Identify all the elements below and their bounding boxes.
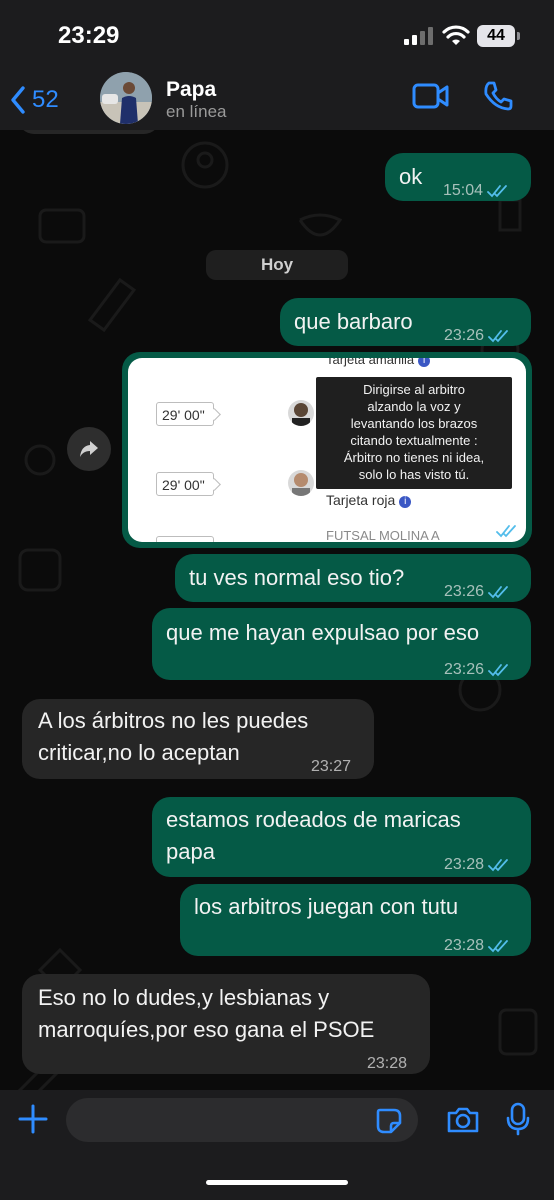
minute-box: 29' 00" bbox=[156, 472, 214, 496]
plus-icon[interactable] bbox=[18, 1104, 48, 1134]
info-icon: i bbox=[418, 358, 431, 367]
outgoing-message[interactable]: que me hayan expulsao por eso 23:26 bbox=[152, 608, 531, 680]
contact-name[interactable]: Papa bbox=[166, 78, 216, 102]
forward-arrow-icon bbox=[80, 441, 98, 457]
video-call-icon[interactable] bbox=[412, 82, 450, 110]
outgoing-message[interactable]: estamos rodeados de maricas papa 23:28 bbox=[152, 797, 531, 877]
previous-message-edge bbox=[18, 130, 160, 134]
avatar-photo bbox=[100, 72, 152, 124]
phone-icon[interactable] bbox=[482, 80, 514, 112]
camera-icon[interactable] bbox=[446, 1106, 480, 1134]
message-text: los arbitros juegan con tutu bbox=[194, 894, 459, 919]
info-icon: i bbox=[399, 496, 412, 508]
minute-label: 29' 00" bbox=[162, 407, 205, 423]
read-ticks-icon bbox=[488, 859, 508, 872]
message-text: ok bbox=[399, 164, 423, 189]
message-time: 23:26 bbox=[444, 583, 485, 600]
read-ticks-icon bbox=[487, 185, 507, 198]
message-text: Eso no lo dudes,y lesbianas y marroquíes… bbox=[38, 985, 375, 1042]
message-input[interactable] bbox=[66, 1098, 418, 1142]
screenshot-image[interactable]: Tarjeta amarilla i 29' 00" 29' 00" Tarjet… bbox=[128, 358, 526, 542]
avatar[interactable] bbox=[100, 72, 152, 124]
message-meta: 23:26 bbox=[444, 654, 510, 686]
unread-count: 52 bbox=[32, 86, 59, 113]
read-ticks-icon bbox=[488, 586, 508, 599]
red-card-label: Tarjeta roja bbox=[326, 492, 396, 508]
cellular-signal-icon bbox=[404, 27, 433, 45]
minute-box: 29' 00" bbox=[156, 402, 214, 426]
player-avatar bbox=[288, 400, 314, 426]
battery-level: 44 bbox=[487, 27, 505, 44]
message-meta: 23:26 bbox=[444, 576, 510, 608]
message-meta: 23:28 bbox=[367, 1048, 407, 1080]
read-ticks-icon bbox=[488, 664, 508, 677]
message-time: 23:28 bbox=[444, 856, 485, 873]
message-text: estamos rodeados de maricas papa bbox=[166, 807, 461, 864]
red-card-text: Tarjeta roja i bbox=[326, 492, 412, 508]
outgoing-message[interactable]: los arbitros juegan con tutu 23:28 bbox=[180, 884, 531, 956]
chat-area[interactable]: ok 15:04 Hoy que barbaro 23:26 Tarjeta a… bbox=[0, 130, 554, 1090]
incident-tooltip: Dirigirse al arbitro alzando la voz y le… bbox=[316, 377, 512, 489]
message-text: que barbaro bbox=[294, 309, 413, 334]
chat-header: 52 Papa en línea bbox=[0, 70, 554, 130]
outgoing-message[interactable]: que barbaro 23:26 bbox=[280, 298, 531, 346]
status-bar: 23:29 44 bbox=[0, 0, 554, 70]
home-indicator bbox=[206, 1180, 348, 1185]
incoming-message[interactable]: Eso no lo dudes,y lesbianas y marroquíes… bbox=[22, 974, 430, 1074]
read-ticks-icon bbox=[496, 525, 516, 538]
message-time: 23:28 bbox=[367, 1055, 408, 1072]
message-time: 23:26 bbox=[444, 661, 485, 678]
team-text: FUTSAL MOLINA A bbox=[326, 528, 440, 542]
contact-status: en línea bbox=[166, 102, 227, 121]
wifi-icon bbox=[442, 25, 470, 45]
message-time: 23:26 bbox=[444, 327, 485, 344]
player-photo bbox=[292, 403, 310, 426]
message-time: 23:28 bbox=[444, 937, 485, 954]
message-meta: 15:04 bbox=[443, 175, 509, 207]
message-meta: 23:26 bbox=[452, 522, 518, 540]
player-photo bbox=[292, 473, 310, 496]
image-top-label: Tarjeta amarilla bbox=[326, 358, 415, 367]
message-meta: 23:28 bbox=[444, 849, 510, 881]
image-message[interactable]: Tarjeta amarilla i 29' 00" 29' 00" Tarjet… bbox=[122, 352, 532, 548]
message-meta: 23:26 bbox=[444, 320, 510, 352]
read-ticks-icon bbox=[488, 940, 508, 953]
message-meta: 23:28 bbox=[444, 930, 510, 962]
message-text: que me hayan expulsao por eso bbox=[166, 620, 480, 645]
status-time: 23:29 bbox=[58, 22, 120, 49]
message-text: tu ves normal eso tio? bbox=[189, 565, 405, 590]
battery-tip bbox=[517, 32, 520, 40]
message-meta: 23:27 bbox=[311, 751, 351, 783]
image-card-label: Tarjeta amarilla i bbox=[326, 358, 431, 367]
microphone-icon[interactable] bbox=[506, 1102, 530, 1136]
message-time: 23:26 bbox=[451, 522, 492, 539]
read-ticks-icon bbox=[488, 330, 508, 343]
outgoing-message[interactable]: ok 15:04 bbox=[385, 153, 531, 201]
message-time: 15:04 bbox=[443, 182, 484, 199]
outgoing-message[interactable]: tu ves normal eso tio? 23:26 bbox=[175, 554, 531, 602]
message-text: A los árbitros no les puedes criticar,no… bbox=[38, 708, 309, 765]
player-avatar bbox=[288, 470, 314, 496]
chevron-left-icon bbox=[11, 86, 25, 114]
minute-box-partial bbox=[156, 536, 214, 542]
back-button[interactable]: 52 bbox=[10, 80, 59, 120]
battery-icon: 44 bbox=[477, 25, 515, 47]
sticker-icon[interactable] bbox=[376, 1108, 402, 1134]
forward-button[interactable] bbox=[67, 427, 111, 471]
message-time: 23:27 bbox=[311, 758, 352, 775]
date-separator: Hoy bbox=[206, 250, 348, 280]
incoming-message[interactable]: A los árbitros no les puedes criticar,no… bbox=[22, 699, 374, 779]
minute-label: 29' 00" bbox=[162, 477, 205, 493]
